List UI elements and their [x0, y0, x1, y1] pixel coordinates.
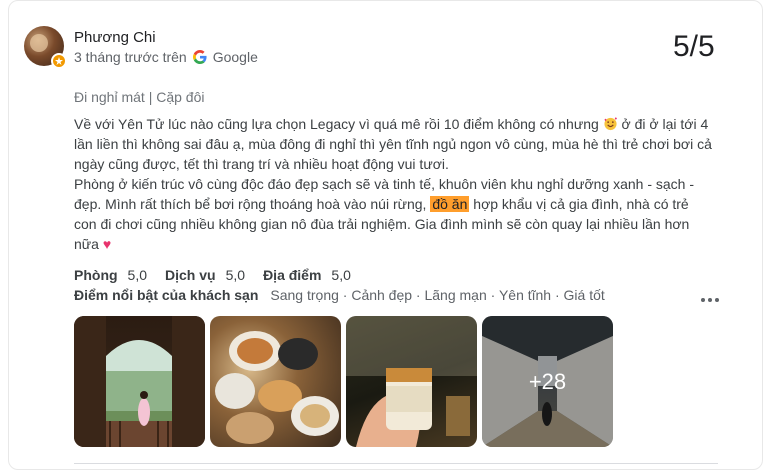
- rating-label-location: Địa điểm: [263, 267, 322, 283]
- google-g-icon: [192, 50, 207, 64]
- hotel-highlights: Điểm nổi bật của khách sạn Sang trọng · …: [74, 287, 605, 303]
- review-photo[interactable]: [210, 316, 341, 447]
- review-photo[interactable]: [74, 316, 205, 447]
- review-meta: 3 tháng trước trên Google: [74, 49, 258, 65]
- rating-value-room: 5,0: [127, 267, 148, 283]
- review-source: Google: [212, 49, 258, 65]
- divider: [74, 463, 718, 464]
- review-photo[interactable]: +28: [482, 316, 613, 447]
- highlights-label: Điểm nổi bật của khách sạn: [74, 287, 259, 303]
- author-name[interactable]: Phương Chi: [74, 29, 156, 46]
- avatar[interactable]: [24, 26, 67, 69]
- more-options-icon[interactable]: [699, 293, 721, 307]
- heart-emoji: ♥: [102, 236, 112, 252]
- rating-label-room: Phòng: [74, 267, 118, 283]
- rating-value-location: 5,0: [331, 267, 351, 283]
- review-photo[interactable]: [346, 316, 477, 447]
- search-highlight: đồ ăn: [430, 196, 470, 212]
- trip-type: Đi nghỉ mát | Cặp đôi: [74, 89, 205, 105]
- highlights-value: Sang trọng · Cảnh đẹp · Lãng mạn · Yên t…: [270, 287, 605, 303]
- more-photos-count: +28: [482, 316, 613, 447]
- smiling-face-with-hearts-emoji: [604, 117, 617, 131]
- review-time: 3 tháng trước trên: [74, 49, 187, 65]
- local-guide-badge-icon: [51, 53, 67, 69]
- category-ratings: Phòng 5,0 Dịch vụ 5,0 Địa điểm 5,0: [74, 267, 369, 283]
- review-text-part: Về với Yên Tử lúc nào cũng lựa chọn Lega…: [74, 116, 599, 132]
- rating-value-service: 5,0: [225, 267, 246, 283]
- review-text: Về với Yên Tử lúc nào cũng lựa chọn Lega…: [74, 114, 714, 254]
- review-score: 5/5: [673, 30, 715, 63]
- rating-label-service: Dịch vụ: [165, 267, 216, 283]
